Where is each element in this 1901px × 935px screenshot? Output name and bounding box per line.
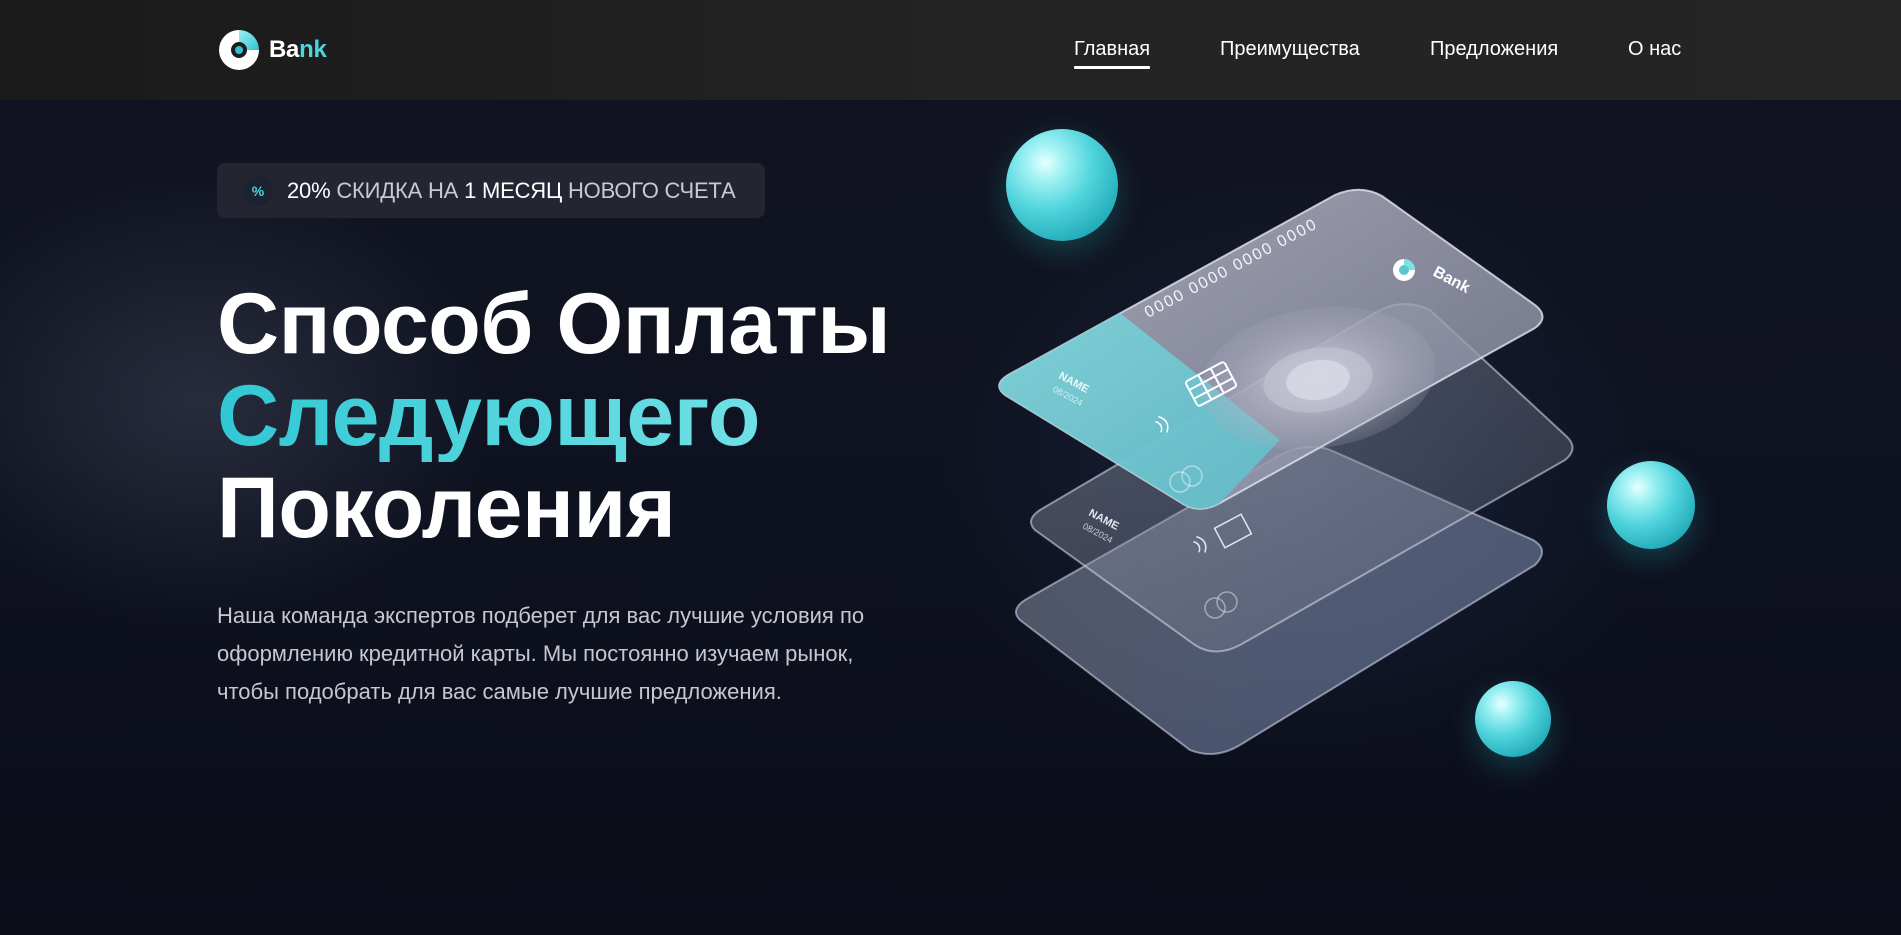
cards-svg: NAME 08/2024 0000 0000 0000 0000 Bank NA… — [998, 188, 1574, 755]
nav-item-advantages[interactable]: Преимущества — [1220, 38, 1360, 61]
headline-line-3: Поколения — [217, 460, 676, 556]
promo-period: 1 МЕСЯЦ — [464, 177, 563, 203]
nav-item-about[interactable]: О нас — [1628, 38, 1681, 61]
nav-item-home[interactable]: Главная — [1074, 38, 1151, 69]
promo-discount: 20% — [287, 177, 331, 203]
promo-badge: % 20% СКИДКА НА 1 МЕСЯЦ НОВОГО СЧЕТА — [217, 163, 765, 218]
card-logo-icon — [1393, 259, 1415, 281]
landing-page: Bank Главная Преимущества Предложения О … — [0, 0, 1901, 935]
headline-line-2: Следующего — [217, 370, 890, 462]
hero-description: Наша команда экспертов подберет для вас … — [217, 597, 917, 711]
promo-label: СКИДКА НА — [336, 177, 459, 203]
description-line: оформлению кредитной карты. Мы постоянно… — [217, 641, 854, 666]
nav-item-offers[interactable]: Предложения — [1430, 38, 1558, 61]
headline-line-1: Способ Оплаты — [217, 276, 891, 372]
description-line: Наша команда экспертов подберет для вас … — [217, 603, 865, 628]
percent-icon: % — [243, 175, 273, 206]
promo-target: НОВОГО СЧЕТА — [567, 177, 736, 203]
site-header: Bank Главная Преимущества Предложения О … — [0, 0, 1901, 100]
hero-headline: Способ Оплаты Следующего Поколения — [217, 276, 891, 556]
promo-text: 20% СКИДКА НА 1 МЕСЯЦ НОВОГО СЧЕТА — [287, 177, 736, 204]
cards-illustration: NAME 08/2024 0000 0000 0000 0000 Bank NA… — [980, 110, 1720, 770]
main-nav: Главная Преимущества Предложения О нас — [0, 38, 1901, 69]
description-line: чтобы подобрать для вас самые лучшие пре… — [217, 679, 782, 704]
